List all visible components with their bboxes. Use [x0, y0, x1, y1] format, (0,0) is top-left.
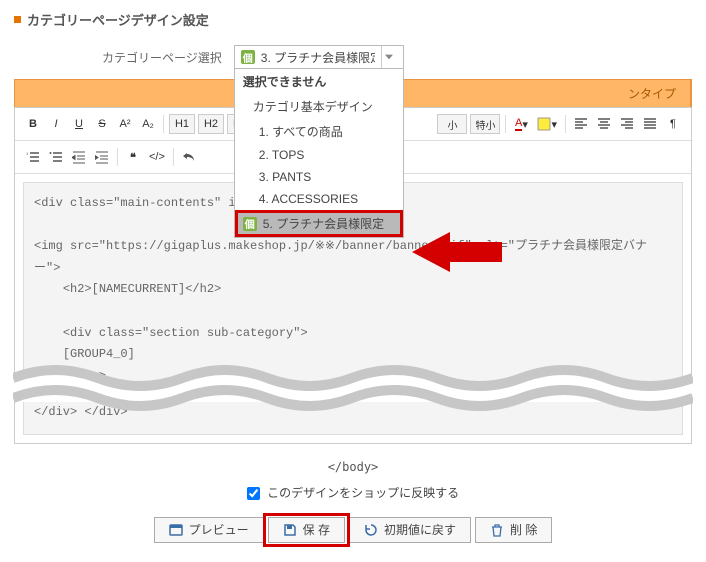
- fontsize-small-button[interactable]: 小: [437, 114, 467, 134]
- body-close-label: </body>: [14, 460, 692, 474]
- page-title-text: カテゴリーページデザイン設定: [27, 10, 209, 29]
- dropdown-heading-basic: カテゴリ基本デザイン: [235, 94, 403, 119]
- toolbar-separator: [173, 148, 174, 166]
- category-dropdown: 個 3. プラチナ会員様限定 選択できません カテゴリ基本デザイン 1. すべて…: [234, 45, 404, 69]
- dropdown-option-4[interactable]: 4. ACCESSORIES: [235, 188, 403, 210]
- reset-button-label: 初期値に戻す: [384, 521, 456, 538]
- save-icon: [283, 523, 297, 537]
- chevron-down-icon: [381, 46, 397, 68]
- delete-button-label: 削 除: [510, 521, 537, 538]
- textcolor-button[interactable]: A▾: [511, 114, 531, 134]
- list-ordered-button[interactable]: 1: [23, 147, 43, 167]
- quote-button[interactable]: ❝: [123, 147, 143, 167]
- code-button[interactable]: </>: [146, 147, 168, 167]
- preview-button-label: プレビュー: [189, 521, 249, 538]
- undo-button[interactable]: [179, 147, 199, 167]
- reflect-row: このデザインをショップに反映する: [14, 484, 692, 501]
- action-buttons: プレビュー 保 存 初期値に戻す 削 除: [14, 517, 692, 543]
- highlight-badge-icon: 個: [243, 217, 257, 231]
- dropdown-option-1[interactable]: 1. すべての商品: [235, 119, 403, 144]
- save-button-label: 保 存: [303, 521, 330, 538]
- preview-icon: [169, 523, 183, 537]
- reflect-checkbox-label[interactable]: このデザインをショップに反映する: [247, 486, 459, 500]
- strike-button[interactable]: S: [92, 114, 112, 134]
- list-unordered-button[interactable]: [46, 147, 66, 167]
- reset-icon: [364, 523, 378, 537]
- title-bullet-icon: [14, 16, 21, 23]
- paragraph-button[interactable]: ¶: [663, 114, 683, 134]
- svg-text:1: 1: [26, 151, 29, 156]
- outdent-button[interactable]: [92, 147, 112, 167]
- delete-button[interactable]: 削 除: [475, 517, 552, 543]
- preview-button[interactable]: プレビュー: [154, 517, 264, 543]
- dropdown-heading-disabled: 選択できません: [235, 69, 403, 94]
- fontsize-xsmall-button[interactable]: 特小: [470, 114, 500, 134]
- reflect-checkbox[interactable]: [247, 487, 260, 500]
- align-right-button[interactable]: [617, 114, 637, 134]
- highlight-option-text: 5. プラチナ会員様限定: [263, 215, 384, 232]
- category-selector-label: カテゴリーページ選択: [102, 49, 222, 66]
- toolbar-separator: [505, 115, 506, 133]
- content-truncated-wave-icon: [13, 360, 693, 416]
- underline-button[interactable]: U: [69, 114, 89, 134]
- toolbar-separator: [117, 148, 118, 166]
- selected-text: 3. プラチナ会員様限定: [261, 49, 375, 66]
- indent-button[interactable]: [69, 147, 89, 167]
- page-title: カテゴリーページデザイン設定: [14, 10, 692, 29]
- reset-button[interactable]: 初期値に戻す: [349, 517, 471, 543]
- bgcolor-button[interactable]: ▾: [534, 114, 560, 134]
- align-justify-button[interactable]: [640, 114, 660, 134]
- bold-button[interactable]: B: [23, 114, 43, 134]
- category-dropdown-toggle[interactable]: 個 3. プラチナ会員様限定: [234, 45, 404, 69]
- superscript-button[interactable]: A²: [115, 114, 135, 134]
- category-dropdown-menu: 選択できません カテゴリ基本デザイン 1. すべての商品 2. TOPS 3. …: [234, 69, 404, 238]
- h1-button[interactable]: H1: [169, 114, 195, 134]
- trash-icon: [490, 523, 504, 537]
- subscript-button[interactable]: A₂: [138, 114, 158, 134]
- h2-button[interactable]: H2: [198, 114, 224, 134]
- dropdown-option-2[interactable]: 2. TOPS: [235, 144, 403, 166]
- align-left-button[interactable]: [571, 114, 591, 134]
- dropdown-option-3[interactable]: 3. PANTS: [235, 166, 403, 188]
- selected-badge-icon: 個: [241, 50, 255, 64]
- save-button[interactable]: 保 存: [268, 517, 345, 543]
- toolbar-separator: [565, 115, 566, 133]
- dropdown-option-highlighted[interactable]: 個 5. プラチナ会員様限定: [235, 210, 403, 237]
- reflect-checkbox-text: このデザインをショップに反映する: [267, 486, 459, 500]
- callout-arrow-icon: [412, 227, 502, 280]
- category-selector-row: カテゴリーページ選択 個 3. プラチナ会員様限定 選択できません カテゴリ基本…: [102, 45, 692, 69]
- italic-button[interactable]: I: [46, 114, 66, 134]
- align-center-button[interactable]: [594, 114, 614, 134]
- toolbar-separator: [163, 115, 164, 133]
- tab-design-type[interactable]: ンタイプ: [614, 79, 691, 107]
